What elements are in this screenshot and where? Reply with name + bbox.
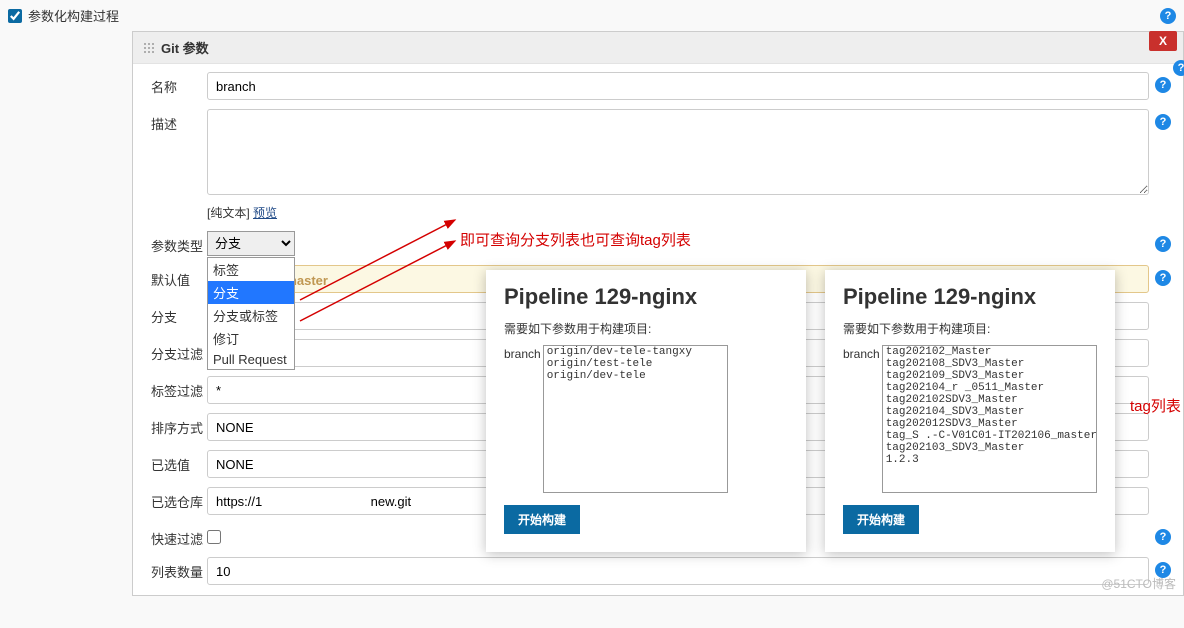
list-item[interactable]: tag202102SDV3_Master: [883, 394, 1096, 406]
list-item[interactable]: tag202102_Master: [883, 346, 1096, 358]
help-icon[interactable]: ?: [1155, 114, 1171, 130]
sort-label: 排序方式: [151, 413, 207, 437]
dropdown-option-branch-or-tag[interactable]: 分支或标签: [208, 304, 294, 327]
list-item[interactable]: 1.2.3: [883, 454, 1096, 466]
annotation-tag-list: tag列表: [1130, 395, 1181, 416]
popup-title: Pipeline 129-nginx: [504, 284, 788, 310]
plaintext-row: [纯文本] 预览: [151, 204, 1165, 221]
list-item[interactable]: tag202109_SDV3_Master: [883, 370, 1096, 382]
list-item[interactable]: tag202104_SDV3_Master: [883, 406, 1096, 418]
help-icon[interactable]: ?: [1155, 77, 1171, 93]
popup-subtitle: 需要如下参数用于构建项目:: [504, 320, 788, 337]
branch-list-box[interactable]: origin/dev-tele-tangxy origin/test-tele …: [543, 345, 728, 493]
selected-label: 已选值: [151, 450, 207, 474]
popup-title: Pipeline 129-nginx: [843, 284, 1097, 310]
popup-field-label: branch: [843, 345, 880, 361]
quick-filter-checkbox[interactable]: [207, 530, 221, 544]
help-icon[interactable]: ?: [1160, 8, 1176, 24]
help-icon[interactable]: ?: [1173, 60, 1184, 76]
param-type-select[interactable]: 分支: [207, 231, 295, 256]
popup-field-label: branch: [504, 345, 541, 361]
description-label: 描述: [151, 109, 207, 133]
watermark: @51CTO博客: [1101, 575, 1176, 592]
repo-label: 已选仓库: [151, 487, 207, 511]
list-item[interactable]: tag_S .-C-V01C01-IT202106_master: [883, 430, 1096, 442]
dropdown-option-revision[interactable]: 修订: [208, 327, 294, 350]
help-icon[interactable]: ?: [1155, 270, 1171, 286]
quick-filter-label: 快速过滤: [151, 524, 207, 548]
help-icon[interactable]: ?: [1155, 529, 1171, 545]
parametrize-checkbox[interactable]: [8, 9, 22, 23]
panel-header: Git 参数 X ?: [133, 32, 1183, 64]
tag-filter-label: 标签过滤: [151, 376, 207, 400]
dropdown-option-pr[interactable]: Pull Request: [208, 350, 294, 369]
list-item[interactable]: origin/test-tele: [544, 358, 727, 370]
start-build-button[interactable]: 开始构建: [504, 505, 580, 534]
default-label: 默认值: [151, 265, 207, 289]
annotation-top: 即可查询分支列表也可查询tag列表: [460, 229, 691, 250]
branch-label: 分支: [151, 302, 207, 326]
popup-subtitle: 需要如下参数用于构建项目:: [843, 320, 1097, 337]
panel-title: Git 参数: [161, 38, 209, 57]
help-icon[interactable]: ?: [1155, 236, 1171, 252]
drag-handle-icon[interactable]: [143, 42, 155, 54]
list-item[interactable]: tag202108_SDV3_Master: [883, 358, 1096, 370]
list-item[interactable]: tag202104_r _0511_Master: [883, 382, 1096, 394]
list-item[interactable]: tag202103_SDV3_Master: [883, 442, 1096, 454]
dropdown-option-branch[interactable]: 分支: [208, 281, 294, 304]
top-bar: 参数化构建过程 ?: [0, 0, 1184, 31]
name-input[interactable]: [207, 72, 1149, 100]
list-item[interactable]: tag202012SDV3_Master: [883, 418, 1096, 430]
start-build-button[interactable]: 开始构建: [843, 505, 919, 534]
parametrize-label: 参数化构建过程: [28, 6, 119, 25]
tag-list-box[interactable]: tag202102_Master tag202108_SDV3_Master t…: [882, 345, 1097, 493]
param-type-label: 参数类型: [151, 231, 207, 255]
list-item[interactable]: origin/dev-tele: [544, 370, 727, 382]
name-label: 名称: [151, 72, 207, 96]
description-textarea[interactable]: [207, 109, 1149, 195]
list-count-label: 列表数量: [151, 557, 207, 581]
dropdown-option-tag[interactable]: 标签: [208, 258, 294, 281]
preview-link[interactable]: 预览: [253, 206, 277, 220]
close-button[interactable]: X: [1149, 31, 1177, 51]
list-count-input[interactable]: [207, 557, 1149, 585]
pipeline-popup-branch: Pipeline 129-nginx 需要如下参数用于构建项目: branch …: [486, 270, 806, 552]
param-type-dropdown[interactable]: 标签 分支 分支或标签 修订 Pull Request: [207, 257, 295, 370]
pipeline-popup-tag: Pipeline 129-nginx 需要如下参数用于构建项目: branch …: [825, 270, 1115, 552]
list-item[interactable]: origin/dev-tele-tangxy: [544, 346, 727, 358]
branch-filter-label: 分支过滤: [151, 339, 207, 363]
plaintext-label: [纯文本]: [207, 206, 253, 220]
